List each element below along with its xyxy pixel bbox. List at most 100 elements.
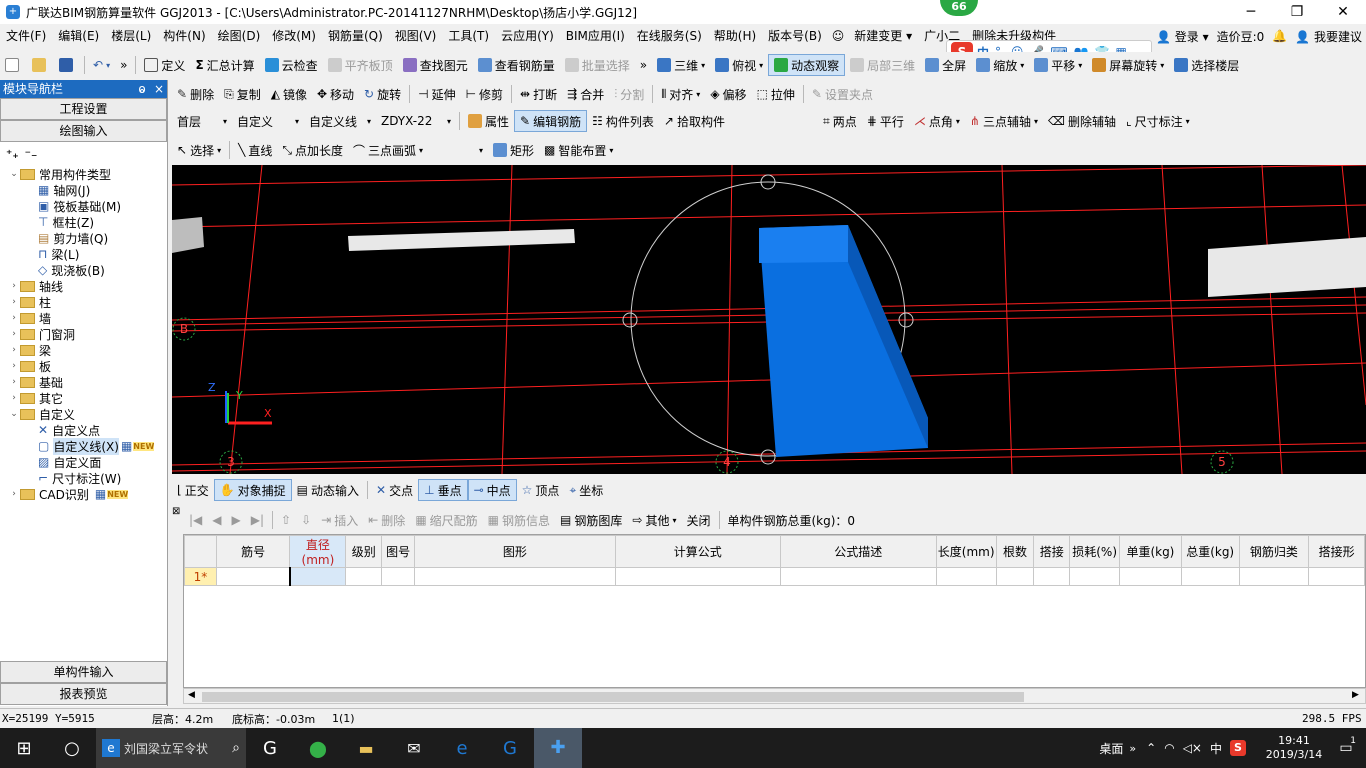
trim-button[interactable]: ⊢ 修剪 — [461, 82, 508, 106]
table-cell[interactable] — [215, 567, 291, 586]
perpendicular-snap-toggle[interactable]: ⊥ 垂点 — [418, 479, 468, 501]
tree-item[interactable]: ▣ 筏板基础(M) — [8, 198, 167, 214]
browser-360-icon[interactable]: ⬤ — [294, 739, 342, 758]
column-header[interactable]: 单重(kg) — [1119, 535, 1182, 568]
tray-clock[interactable]: 19:41 2019/3/14 — [1262, 734, 1326, 762]
sum-calc-button[interactable]: Σ 汇总计算 — [190, 53, 259, 77]
select-tool-button[interactable]: ↖ 选择 ▾ — [172, 138, 226, 162]
tree-item[interactable]: ⊤ 框柱(Z) — [8, 214, 167, 230]
notification-center-icon[interactable]: ▭ 1 — [1326, 736, 1366, 756]
menu-draw[interactable]: 绘图(D) — [212, 24, 267, 48]
tree-item[interactable]: › CAD识别 ▦ NEW — [8, 486, 167, 502]
desktop-toolbar-label[interactable]: 桌面 — [1099, 740, 1123, 757]
menu-help[interactable]: 帮助(H) — [708, 24, 762, 48]
type-select[interactable]: 自定义线 ▾ — [304, 111, 376, 131]
flat-top-button[interactable]: 平齐板顶 — [323, 53, 398, 77]
three-point-aux-button[interactable]: ⋔ 三点辅轴 ▾ — [965, 109, 1043, 133]
view-rebar-button[interactable]: 查看钢筋量 — [473, 53, 560, 77]
column-header[interactable]: 长度(mm) — [935, 535, 997, 568]
mail-icon[interactable]: ✉ — [390, 739, 438, 758]
two-points-button[interactable]: ⌗ 两点 — [818, 109, 862, 133]
column-header[interactable]: 公式描述 — [779, 535, 937, 568]
zaojiadou-label[interactable]: 造价豆:0 — [1213, 28, 1269, 45]
last-record-icon[interactable]: ▶| — [246, 508, 269, 532]
tree-item[interactable]: ⊓ 梁(L) — [8, 246, 167, 262]
parallel-button[interactable]: ⋕ 平行 — [862, 109, 909, 133]
find-element-button[interactable]: 查找图元 — [398, 53, 473, 77]
move-button[interactable]: ✥ 移动 — [312, 82, 359, 106]
tree-item-selected[interactable]: ▢ 自定义线(X) ▦ NEW — [8, 437, 167, 455]
menu-rebar[interactable]: 钢筋量(Q) — [322, 24, 389, 48]
table-cell[interactable] — [1119, 567, 1182, 586]
column-header[interactable]: 搭接形 — [1308, 535, 1365, 568]
sogou-tray-icon[interactable]: S — [1230, 740, 1246, 756]
tree-item[interactable]: › 门窗洞 — [8, 326, 167, 342]
column-header[interactable]: 筋号 — [215, 535, 291, 568]
move-down-icon[interactable]: ⇩ — [296, 508, 316, 532]
volume-icon[interactable]: ◁× — [1183, 741, 1202, 755]
menu-element[interactable]: 构件(N) — [157, 24, 211, 48]
close-grid-button[interactable]: 关闭 — [681, 508, 715, 532]
tray-chevron-icon[interactable]: ⌃ — [1146, 741, 1156, 755]
scroll-left-icon[interactable]: ◀ — [188, 690, 195, 700]
table-cell[interactable] — [779, 567, 937, 586]
grid-horizontal-scrollbar[interactable]: ◀ ▶ — [183, 688, 1366, 704]
tree-item[interactable]: ⌄ 自定义 — [8, 406, 167, 422]
table-cell[interactable] — [1238, 567, 1310, 586]
suggest-button[interactable]: 👤 我要建议 — [1291, 28, 1366, 45]
viewport-canvas[interactable]: B 3 4 5 X Y Z — [172, 165, 1366, 474]
menu-view[interactable]: 视图(V) — [389, 24, 443, 48]
bell-icon[interactable]: 🔔 — [1268, 29, 1291, 43]
property-button[interactable]: 属性 — [463, 109, 514, 133]
file-explorer-icon[interactable]: ▬ — [342, 739, 390, 758]
dim-mark-button[interactable]: ⌞ 尺寸标注 ▾ — [1121, 109, 1195, 133]
column-header[interactable]: 计算公式 — [614, 535, 781, 568]
scrollbar-thumb[interactable] — [202, 692, 1024, 702]
local-3d-button[interactable]: 局部三维 — [845, 53, 920, 77]
align-button[interactable]: ⫴ 对齐 ▾ — [656, 82, 705, 106]
tree-item[interactable]: › 板 — [8, 358, 167, 374]
face-icon[interactable]: ☺ — [828, 24, 849, 48]
glodon-app-icon[interactable]: G — [246, 738, 294, 759]
tree-item[interactable]: › 基础 — [8, 374, 167, 390]
cortana-icon[interactable]: ○ — [48, 738, 96, 759]
object-snap-toggle[interactable]: ✋ 对象捕捉 — [213, 479, 292, 501]
stretch-button[interactable]: ⬚ 拉伸 — [752, 82, 800, 106]
midpoint-snap-toggle[interactable]: ⊸ 中点 — [467, 479, 517, 501]
rotate-button[interactable]: ↻ 旋转 — [359, 82, 406, 106]
element-list-button[interactable]: ☷ 构件列表 — [587, 109, 659, 133]
tree-item[interactable]: ⌐ 尺寸标注(W) — [8, 470, 167, 486]
ime-indicator[interactable]: 中 — [1210, 740, 1222, 757]
menu-modify[interactable]: 修改(M) — [266, 24, 322, 48]
tree-item[interactable]: › 轴线 — [8, 278, 167, 294]
define-button[interactable]: 定义 — [139, 53, 190, 77]
table-cell[interactable] — [1033, 567, 1071, 586]
point-angle-button[interactable]: ⋌ 点角 ▾ — [909, 109, 965, 133]
offset-button[interactable]: ◈ 偏移 — [705, 82, 751, 106]
first-record-icon[interactable]: |◀ — [184, 508, 207, 532]
prev-record-icon[interactable]: ◀ — [207, 508, 226, 532]
vertex-snap-toggle[interactable]: ☆ 顶点 — [517, 478, 565, 502]
table-cell[interactable] — [1069, 567, 1121, 586]
other-menu-button[interactable]: ⇨ 其他 ▾ — [627, 508, 681, 532]
view-3d-button[interactable]: 三维 ▾ — [652, 53, 710, 77]
new-file-icon[interactable] — [0, 53, 27, 77]
tree-item[interactable]: › 柱 — [8, 294, 167, 310]
smart-layout-button[interactable]: ▩ 智能布置 ▾ — [539, 138, 618, 162]
select-floor-button[interactable]: 选择楼层 — [1169, 53, 1244, 77]
delete-button[interactable]: ✎ 删除 — [172, 82, 219, 106]
delete-row-button[interactable]: ⇤ 删除 — [363, 508, 410, 532]
drawing-viewport-3d[interactable]: B 3 4 5 X Y Z — [172, 165, 1366, 474]
menu-file[interactable]: 文件(F) — [0, 24, 52, 48]
coord-snap-toggle[interactable]: ⌖ 坐标 — [564, 478, 608, 502]
extend-button[interactable]: ⊣ 延伸 — [413, 82, 460, 106]
top-view-button[interactable]: 俯视 ▾ — [710, 53, 768, 77]
column-header[interactable]: 钢筋归类 — [1238, 535, 1310, 568]
undo-icon[interactable]: ↶ ▾ — [88, 53, 115, 77]
tree-item[interactable]: ⌄ 常用构件类型 — [8, 166, 167, 182]
menu-edit[interactable]: 编辑(E) — [52, 24, 105, 48]
split-button[interactable]: ⫶ 分割 — [609, 82, 649, 106]
tree-item[interactable]: ◇ 现浇板(B) — [8, 262, 167, 278]
table-cell-active[interactable] — [288, 567, 347, 586]
tree-item[interactable]: ✕ 自定义点 — [8, 422, 167, 438]
